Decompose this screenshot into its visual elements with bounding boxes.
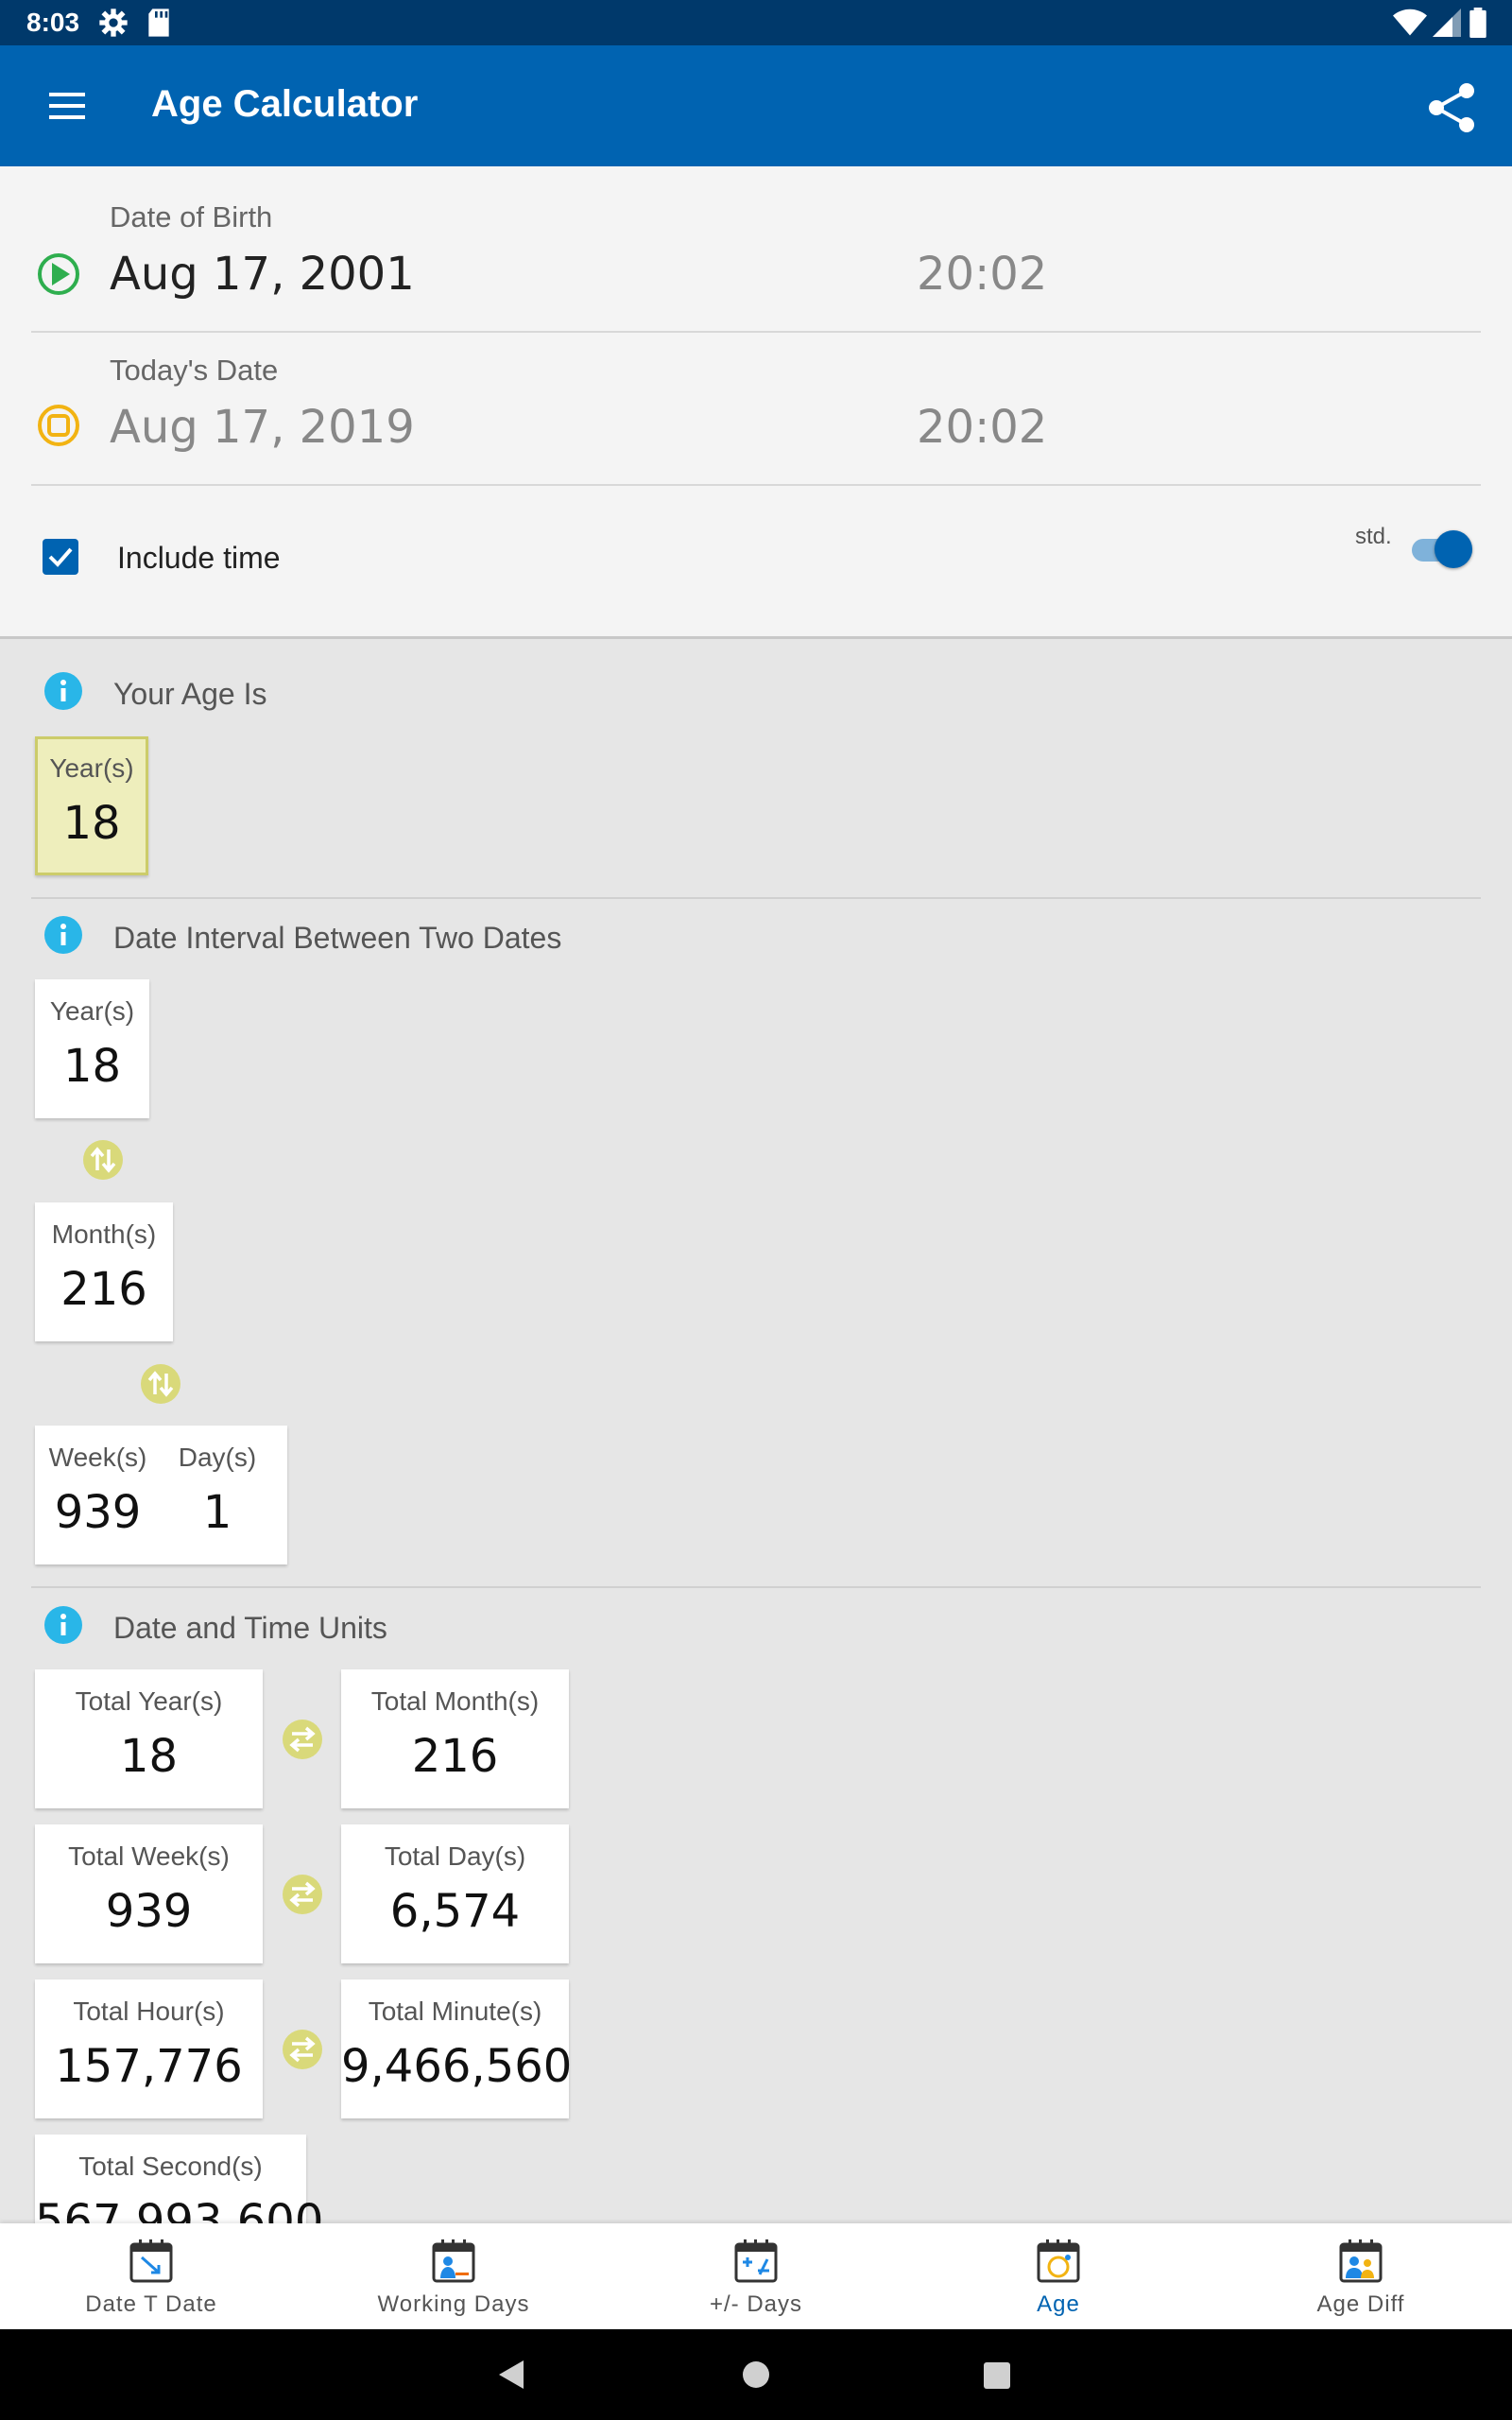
back-icon[interactable] — [495, 2358, 529, 2392]
today-date-label: Today's Date — [110, 354, 279, 387]
include-time-checkbox[interactable] — [43, 539, 78, 575]
birth-time-field[interactable]: 20:02 — [917, 248, 1047, 301]
interval-months-card: Month(s) 216 — [35, 1202, 173, 1341]
nav-label: +/- Days — [709, 2291, 803, 2317]
wifi-icon — [1393, 9, 1427, 36]
total-years-card: Total Year(s) 18 — [35, 1669, 263, 1808]
birth-date-field[interactable]: Aug 17, 2001 — [110, 248, 415, 301]
app-title: Age Calculator — [151, 83, 419, 125]
card-value: 216 — [60, 1263, 147, 1316]
bottom-navigation: Date T Date Working Days +/- Days Age Ag… — [0, 2223, 1512, 2329]
swap-vertical-icon[interactable] — [140, 1363, 181, 1405]
nav-date-to-date[interactable]: Date T Date — [0, 2223, 302, 2329]
card-value: 6,574 — [389, 1885, 521, 1938]
nav-label: Date T Date — [85, 2291, 217, 2317]
date-input-panel: Date of Birth Aug 17, 2001 20:02 Today's… — [0, 166, 1512, 639]
calendar-arrow-icon — [129, 2239, 173, 2283]
card-value: 9,466,560 — [341, 2040, 573, 2093]
nav-label: Age Diff — [1316, 2291, 1405, 2317]
sd-card-icon — [148, 9, 169, 37]
card-label: Month(s) — [51, 1219, 157, 1249]
your-age-title: Your Age Is — [113, 677, 267, 711]
status-time: 8:03 — [26, 8, 80, 37]
today-stop-icon — [38, 405, 79, 446]
signal-icon — [1433, 9, 1461, 37]
section-divider — [31, 1586, 1481, 1588]
info-icon — [44, 672, 82, 710]
total-months-card: Total Month(s) 216 — [341, 1669, 569, 1808]
settings-icon — [99, 9, 128, 37]
divider — [31, 331, 1481, 333]
nav-label: Age — [1037, 2291, 1080, 2317]
your-age-years-card: Year(s) 18 — [35, 736, 148, 875]
total-hours-card: Total Hour(s) 157,776 — [35, 1979, 263, 2118]
include-time-label: Include time — [117, 541, 281, 575]
calendar-age-icon — [1037, 2239, 1080, 2283]
weeks-value: 939 — [54, 1486, 142, 1539]
divider — [31, 484, 1481, 486]
total-days-card: Total Day(s) 6,574 — [341, 1824, 569, 1963]
card-label: Total Minute(s) — [368, 1996, 542, 2026]
card-label: Total Week(s) — [68, 1841, 230, 1871]
interval-weeks-days-card: Week(s) 939 Day(s) 1 — [35, 1426, 287, 1564]
card-label: Year(s) — [49, 753, 134, 783]
system-navigation-bar — [0, 2329, 1512, 2420]
info-icon — [44, 916, 82, 954]
section-divider — [31, 897, 1481, 899]
play-icon — [38, 253, 79, 295]
toggle-knob — [1435, 530, 1472, 568]
calendar-worker-icon — [432, 2239, 475, 2283]
calendar-people-icon — [1339, 2239, 1383, 2283]
info-icon — [44, 1606, 82, 1644]
swap-horizontal-icon[interactable] — [282, 1874, 323, 1915]
card-value: 18 — [62, 1040, 122, 1093]
card-value: 939 — [105, 1885, 193, 1938]
swap-horizontal-icon[interactable] — [282, 1719, 323, 1760]
days-value: 1 — [202, 1486, 232, 1539]
today-time-field[interactable]: 20:02 — [917, 401, 1047, 454]
card-label: Total Second(s) — [78, 2152, 263, 2181]
std-toggle[interactable] — [1412, 527, 1476, 571]
menu-icon[interactable] — [47, 87, 89, 125]
weeks-label: Week(s) — [48, 1443, 147, 1472]
swap-vertical-icon[interactable] — [82, 1139, 124, 1181]
interval-title: Date Interval Between Two Dates — [113, 921, 562, 955]
card-value: 157,776 — [55, 2040, 243, 2093]
card-label: Year(s) — [49, 996, 135, 1026]
nav-plus-minus-days[interactable]: +/- Days — [605, 2223, 907, 2329]
card-label: Total Month(s) — [370, 1686, 540, 1716]
today-date-field[interactable]: Aug 17, 2019 — [110, 401, 415, 454]
nav-age[interactable]: Age — [907, 2223, 1210, 2329]
recents-icon[interactable] — [983, 2361, 1011, 2390]
nav-age-diff[interactable]: Age Diff — [1210, 2223, 1512, 2329]
total-weeks-card: Total Week(s) 939 — [35, 1824, 263, 1963]
card-value: 216 — [411, 1730, 499, 1783]
calendar-plus-minus-icon — [734, 2239, 778, 2283]
days-label: Day(s) — [178, 1443, 257, 1472]
nav-label: Working Days — [377, 2291, 530, 2317]
checkmark-icon — [48, 547, 73, 567]
home-icon[interactable] — [741, 2360, 771, 2390]
card-label: Total Year(s) — [75, 1686, 223, 1716]
swap-horizontal-icon[interactable] — [282, 2029, 323, 2070]
app-bar: Age Calculator — [0, 45, 1512, 166]
total-minutes-card: Total Minute(s) 9,466,560 — [341, 1979, 573, 2118]
card-label: Total Hour(s) — [73, 1996, 225, 2026]
share-icon[interactable] — [1425, 81, 1478, 134]
card-label: Total Day(s) — [384, 1841, 526, 1871]
interval-years-card: Year(s) 18 — [35, 979, 149, 1118]
birth-date-label: Date of Birth — [110, 200, 273, 233]
card-value: 18 — [62, 797, 121, 850]
nav-working-days[interactable]: Working Days — [302, 2223, 605, 2329]
units-title: Date and Time Units — [113, 1611, 387, 1645]
std-label: std. — [1355, 524, 1392, 549]
battery-icon — [1469, 8, 1486, 38]
card-value: 18 — [119, 1730, 179, 1783]
status-bar: 8:03 — [0, 0, 1512, 45]
